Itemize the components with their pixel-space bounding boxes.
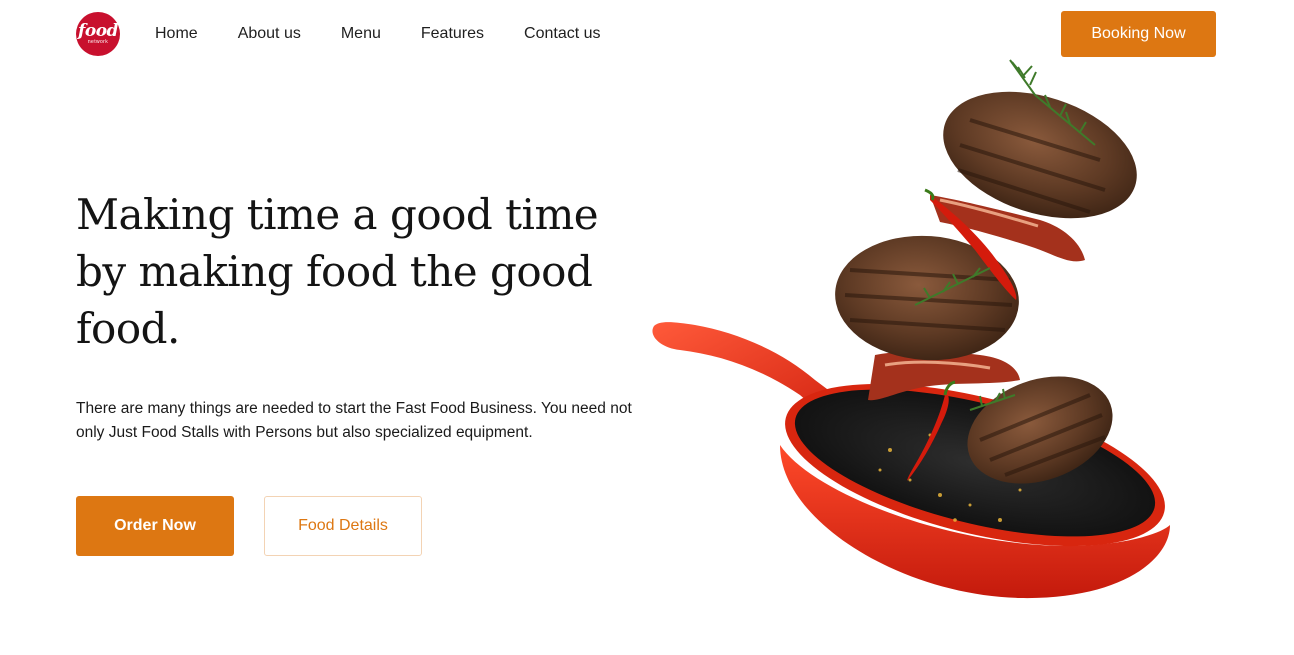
food-network-logo[interactable]: food network [76, 12, 120, 56]
logo-subtext: network [87, 38, 109, 45]
logo-text: food [78, 20, 118, 41]
hero-description: There are many things are needed to star… [76, 400, 632, 441]
nav-menu[interactable]: Menu [341, 24, 381, 44]
nav-contact-us[interactable]: Contact us [524, 24, 600, 44]
main-nav: Home About us Menu Features Contact us [155, 24, 601, 44]
food-details-button[interactable]: Food Details [264, 496, 422, 556]
frying-pan [780, 383, 1170, 599]
order-now-button[interactable]: Order Now [76, 496, 234, 556]
nav-home[interactable]: Home [155, 24, 198, 44]
hero-food-image [652, 59, 1170, 599]
nav-features[interactable]: Features [421, 24, 484, 44]
nav-about-us[interactable]: About us [238, 24, 301, 44]
hero-headline: Making time a good time by making food t… [76, 190, 599, 353]
